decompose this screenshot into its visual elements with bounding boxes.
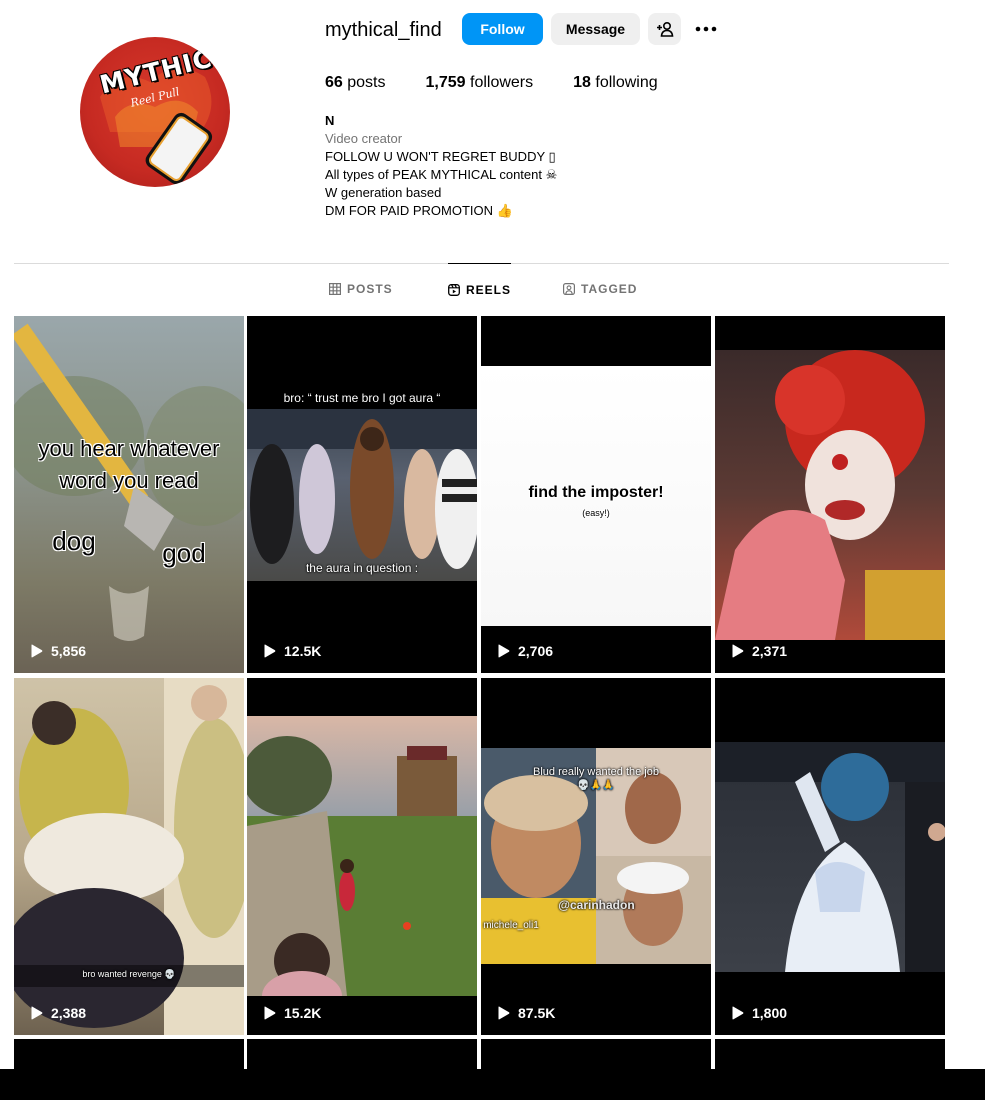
follow-button[interactable]: Follow — [462, 13, 543, 45]
reel-caption: you hear whatever — [38, 436, 220, 461]
reel-caption: michele_oli1 — [483, 920, 539, 931]
followers-count: 1,759 — [425, 74, 466, 91]
reels-icon — [448, 283, 460, 296]
tab-posts[interactable]: POSTS — [329, 263, 393, 315]
reel-thumbnail[interactable]: bro: “ trust me bro I got aura “ the aur… — [247, 316, 477, 673]
backyard-image — [247, 736, 477, 996]
reel-views: 2,371 — [731, 643, 787, 659]
reel-caption: the aura in question : — [305, 561, 419, 575]
reel-views: 12.5K — [263, 643, 321, 659]
reel-caption: (easy!) — [582, 508, 610, 518]
reel-thumbnail[interactable]: you hear whatever word you read dog god … — [14, 316, 244, 673]
posts-count: 66 — [325, 74, 343, 91]
following-stat[interactable]: 18 following — [573, 74, 658, 92]
reel-thumbnail[interactable]: bro wanted revenge 💀 2,388 — [14, 678, 244, 1035]
following-count: 18 — [573, 74, 591, 91]
bio-line: All types of PEAK MYTHICAL content ☠ — [325, 167, 558, 182]
bio-line: DM FOR PAID PROMOTION 👍 — [325, 203, 513, 218]
bio-category: Video creator — [325, 131, 403, 146]
followers-stat[interactable]: 1,759 followers — [426, 74, 534, 92]
crowd-image — [247, 409, 477, 569]
reel-views: 2,388 — [30, 1005, 86, 1021]
reel-caption: @carinhadon — [558, 898, 635, 912]
reel-caption: Blud really wanted the job — [533, 766, 659, 778]
reel-views: 1,800 — [731, 1005, 787, 1021]
play-icon — [498, 1006, 510, 1020]
profile-stats: 66 posts 1,759 followers 18 following — [325, 74, 698, 92]
followers-label: followers — [470, 74, 534, 91]
tab-reels-label: REELS — [466, 282, 512, 297]
reel-thumbnail[interactable] — [247, 1039, 477, 1070]
tagged-icon — [563, 283, 575, 295]
grid-icon — [329, 283, 341, 295]
more-options-button[interactable] — [690, 13, 722, 45]
reel-view-count: 2,388 — [51, 1005, 87, 1021]
anime-character-image — [715, 742, 945, 972]
reel-thumbnail[interactable]: 1,800 — [715, 678, 945, 1035]
profile-username: mythical_find — [325, 19, 442, 41]
reel-caption: bro wanted revenge 💀 — [82, 969, 176, 979]
reel-caption: 💀🙏🙏 — [577, 780, 615, 791]
reel-thumbnail[interactable]: 15.2K — [247, 678, 477, 1035]
more-dots-icon — [695, 26, 717, 32]
reel-view-count: 87.5K — [518, 1005, 556, 1021]
tab-reels[interactable]: REELS — [448, 263, 512, 315]
hammer-glass-image — [14, 323, 244, 641]
play-icon — [732, 644, 744, 658]
reel-thumbnail[interactable]: 2,371 — [715, 316, 945, 673]
posts-label: posts — [347, 74, 386, 91]
reel-view-count: 2,706 — [518, 643, 554, 659]
clown-image — [715, 350, 945, 640]
reel-view-count: 2,371 — [752, 643, 788, 659]
reel-view-count: 5,856 — [51, 643, 87, 659]
add-user-icon — [656, 21, 673, 37]
reel-views: 87.5K — [497, 1005, 555, 1021]
reel-thumbnail[interactable]: find the imposter! (easy!) 2,706 — [481, 316, 711, 673]
reel-thumbnail[interactable] — [715, 1039, 945, 1070]
bottom-black-bar — [0, 1069, 985, 1100]
suggested-users-button[interactable] — [648, 13, 681, 45]
reel-caption: word you read — [59, 468, 199, 493]
reel-views: 15.2K — [263, 1005, 321, 1021]
reel-view-count: 12.5K — [284, 643, 322, 659]
bio-line: FOLLOW U WON'T REGRET BUDDY ▯ — [325, 149, 556, 164]
tab-tagged[interactable]: TAGGED — [563, 263, 637, 315]
play-icon — [264, 644, 276, 658]
play-icon — [264, 1006, 276, 1020]
following-label: following — [595, 74, 658, 91]
reel-view-count: 1,800 — [752, 1005, 788, 1021]
profile-bio: N Video creator FOLLOW U WON'T REGRET BU… — [325, 112, 557, 220]
reel-view-count: 15.2K — [284, 1005, 322, 1021]
reel-caption: bro: “ trust me bro I got aura “ — [283, 391, 441, 405]
reel-caption: find the imposter! — [528, 484, 664, 501]
tab-tagged-label: TAGGED — [581, 282, 638, 296]
play-icon — [31, 644, 43, 658]
reel-thumbnail[interactable]: Blud really wanted the job 💀🙏🙏 @carinhad… — [481, 678, 711, 1035]
reel-caption: god — [162, 538, 206, 568]
reel-thumbnail[interactable] — [14, 1039, 244, 1070]
reel-thumbnail[interactable] — [481, 1039, 711, 1070]
play-icon — [31, 1006, 43, 1020]
bio-name: N — [325, 113, 335, 128]
posts-stat: 66 posts — [325, 74, 386, 92]
reel-views: 5,856 — [30, 643, 86, 659]
profile-avatar[interactable]: MYTHIC Reel Pull — [80, 37, 230, 187]
bio-line: W generation based — [325, 185, 442, 200]
play-icon — [498, 644, 510, 658]
tab-posts-label: POSTS — [347, 282, 393, 296]
message-button[interactable]: Message — [551, 13, 640, 45]
reel-views: 2,706 — [497, 643, 553, 659]
play-icon — [732, 1006, 744, 1020]
